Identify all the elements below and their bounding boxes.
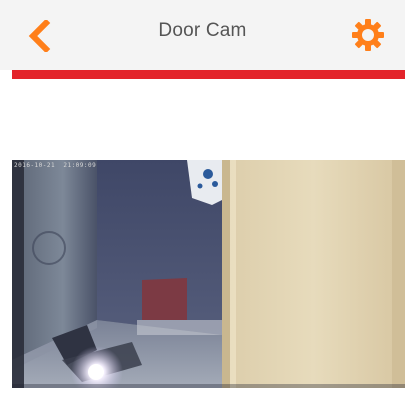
camera-live-view[interactable]: 2016-10-21 21:09:09 [12,160,405,388]
accent-divider [12,70,405,79]
settings-button[interactable] [349,16,387,54]
camera-timestamp: 2016-10-21 21:09:09 [14,162,97,169]
app-screen: Door Cam 2016-10-21 21:09:09 [0,0,405,396]
page-title: Door Cam [158,20,247,41]
top-app-bar: Door Cam [0,0,405,70]
gear-icon [352,19,384,51]
camera-frame [12,160,405,388]
